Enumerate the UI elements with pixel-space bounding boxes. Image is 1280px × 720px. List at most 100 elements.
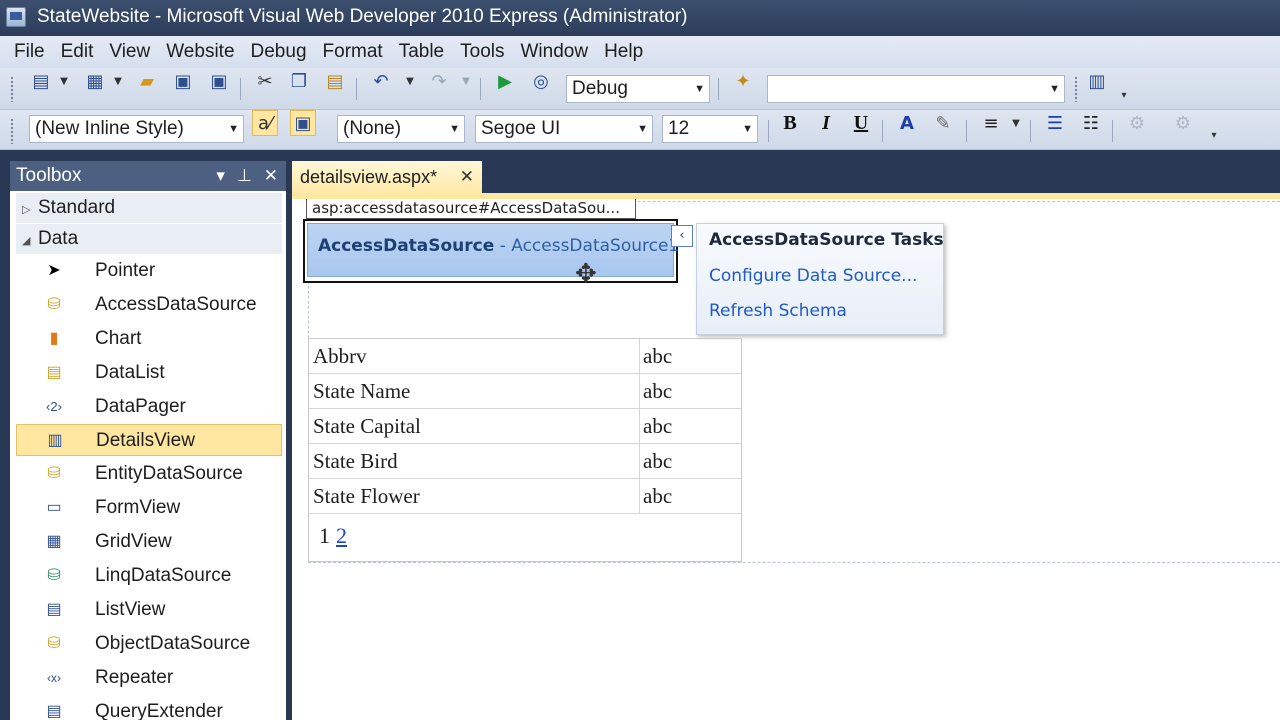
view-in-browser-icon[interactable]: ◎: [528, 68, 554, 94]
chevron-down-icon: ▼: [228, 123, 239, 135]
align-icon[interactable]: ≡: [978, 110, 1004, 136]
toolbar-options-icon[interactable]: ▾: [1208, 122, 1220, 148]
undo-dropdown-icon[interactable]: ▼: [404, 68, 416, 94]
toolbar-grip[interactable]: [1074, 76, 1078, 102]
toolbox-item-queryextender[interactable]: ▤ QueryExtender: [16, 696, 282, 720]
detailsview-control[interactable]: Abbrv abc State Name abc State Capital a…: [308, 338, 742, 562]
menu-window[interactable]: Window: [512, 41, 596, 63]
undo-icon[interactable]: ↶: [368, 68, 394, 94]
open-file-icon[interactable]: ▰: [134, 68, 160, 94]
redo-dropdown-icon[interactable]: ▼: [460, 68, 472, 94]
design-surface[interactable]: asp:accessdatasource#AccessDataSou... Ac…: [292, 199, 1280, 720]
tab-detailsview-aspx[interactable]: detailsview.aspx* ✕: [292, 161, 482, 193]
menu-file[interactable]: File: [6, 41, 53, 63]
tag-selector[interactable]: asp:accessdatasource#AccessDataSou...: [306, 199, 636, 219]
font-name-select[interactable]: Segoe UI ▼: [475, 115, 653, 143]
configure-data-source-link[interactable]: Configure Data Source...: [709, 266, 917, 286]
numbering-icon[interactable]: ☷: [1078, 110, 1104, 136]
italic-icon[interactable]: I: [813, 110, 839, 136]
item-label: Pointer: [95, 260, 156, 281]
add-item-icon[interactable]: ▦: [82, 68, 108, 94]
item-label: LinqDataSource: [95, 565, 232, 586]
close-icon[interactable]: ✕: [460, 161, 474, 193]
cut-icon[interactable]: ✂: [252, 68, 278, 94]
detailsview-icon: ▥: [47, 432, 63, 449]
close-icon[interactable]: ✕: [264, 161, 278, 191]
redo-icon[interactable]: ↷: [426, 68, 452, 94]
toolbox-group-standard[interactable]: ▷ Standard: [16, 193, 282, 223]
refresh-schema-link[interactable]: Refresh Schema: [709, 301, 847, 321]
datalist-icon: ▤: [46, 364, 62, 381]
save-all-icon[interactable]: ▣: [206, 68, 232, 94]
window-position-icon[interactable]: ▾: [216, 161, 225, 191]
menu-debug[interactable]: Debug: [243, 41, 315, 63]
entity-datasource-icon: ⛁: [47, 465, 61, 482]
bullets-icon[interactable]: ☰: [1042, 110, 1068, 136]
target-rule-select[interactable]: (New Inline Style) ▼: [29, 115, 244, 143]
indent-icon[interactable]: ⚙: [1170, 110, 1196, 136]
pager: 12: [319, 523, 347, 549]
toolbox-panel: Toolbox ▾ ⊥ ✕ ▷ Standard ◢ Data ➤ Pointer …: [10, 161, 286, 720]
toolbox-item-pointer[interactable]: ➤ Pointer: [16, 255, 282, 287]
toolbox-item-datalist[interactable]: ▤ DataList: [16, 357, 282, 389]
pin-icon[interactable]: ⊥: [237, 161, 252, 191]
toolbox-item-linqdatasource[interactable]: ⛁ LinqDataSource: [16, 560, 282, 592]
solution-explorer-icon[interactable]: ▥: [1084, 68, 1110, 94]
toolbox-item-gridview[interactable]: ▦ GridView: [16, 526, 282, 558]
find-combo[interactable]: ▼: [767, 75, 1065, 103]
toolbox-item-listview[interactable]: ▤ ListView: [16, 594, 282, 626]
formatting-toolbar: (New Inline Style) ▼ a⁄ ▣ (None) ▼ Segoe…: [0, 110, 1280, 150]
field-value: abc: [643, 414, 673, 438]
paste-icon[interactable]: ▤: [322, 68, 348, 94]
toolbox-item-accessdatasource[interactable]: ⛁ AccessDataSource: [16, 289, 282, 321]
copy-icon[interactable]: ❐: [286, 68, 312, 94]
toolbox-item-entitydatasource[interactable]: ⛁ EntityDataSource: [16, 458, 282, 490]
style-application-icon[interactable]: ▣: [290, 110, 316, 136]
apply-style-icon[interactable]: a⁄: [252, 110, 278, 136]
toolbox-group-data[interactable]: ◢ Data: [16, 224, 282, 254]
accessdatasource-control[interactable]: AccessDataSource - AccessDataSource1: [303, 219, 680, 283]
toolbox-item-objectdatasource[interactable]: ⛁ ObjectDataSource: [16, 628, 282, 660]
menu-tools[interactable]: Tools: [452, 41, 512, 63]
underline-icon[interactable]: U: [848, 110, 874, 136]
collapse-arrow-icon: ◢: [22, 235, 31, 247]
menu-format[interactable]: Format: [315, 41, 391, 63]
solution-config-select[interactable]: Debug ▼: [566, 75, 710, 103]
toolbar-options-icon[interactable]: ▾: [1118, 82, 1130, 108]
align-dropdown-icon[interactable]: ▼: [1010, 110, 1022, 136]
block-format-select[interactable]: (None) ▼: [337, 115, 465, 143]
toolbar-grip[interactable]: [10, 118, 14, 144]
menu-view[interactable]: View: [101, 41, 158, 63]
app-icon: [6, 7, 26, 27]
menu-table[interactable]: Table: [391, 41, 452, 63]
pager-link-2[interactable]: 2: [336, 523, 347, 548]
pointer-icon: ➤: [47, 262, 61, 279]
start-debugging-icon[interactable]: ▶: [492, 68, 518, 94]
separator: [1030, 120, 1031, 142]
toolbox-item-detailsview[interactable]: ▥ DetailsView: [16, 424, 282, 456]
foreground-color-icon[interactable]: A: [894, 110, 920, 136]
font-size-value: 12: [668, 118, 690, 139]
find-in-files-icon[interactable]: ✦: [730, 68, 756, 94]
save-icon[interactable]: ▣: [170, 68, 196, 94]
item-label: EntityDataSource: [95, 463, 243, 484]
smart-tag-collapse-icon[interactable]: ‹: [671, 225, 693, 247]
toolbox-item-repeater[interactable]: ‹x› Repeater: [16, 662, 282, 694]
menu-edit[interactable]: Edit: [53, 41, 102, 63]
field-value: abc: [643, 379, 673, 403]
menu-help[interactable]: Help: [596, 41, 651, 63]
toolbox-item-chart[interactable]: ▮ Chart: [16, 323, 282, 355]
font-size-select[interactable]: 12 ▼: [662, 115, 758, 143]
toolbar-grip[interactable]: [10, 76, 14, 102]
toolbox-item-datapager[interactable]: ‹2› DataPager: [16, 391, 282, 423]
new-project-dropdown-icon[interactable]: ▼: [58, 68, 70, 94]
menu-website[interactable]: Website: [158, 41, 242, 63]
background-color-icon[interactable]: ✎: [930, 110, 956, 136]
gridview-icon: ▦: [46, 533, 62, 550]
toolbox-item-formview[interactable]: ▭ FormView: [16, 492, 282, 524]
bold-icon[interactable]: B: [777, 110, 803, 136]
new-project-icon[interactable]: ▤: [28, 68, 54, 94]
outdent-icon[interactable]: ⚙: [1124, 110, 1150, 136]
add-item-dropdown-icon[interactable]: ▼: [112, 68, 124, 94]
control-id: AccessDataSource1: [511, 236, 680, 256]
